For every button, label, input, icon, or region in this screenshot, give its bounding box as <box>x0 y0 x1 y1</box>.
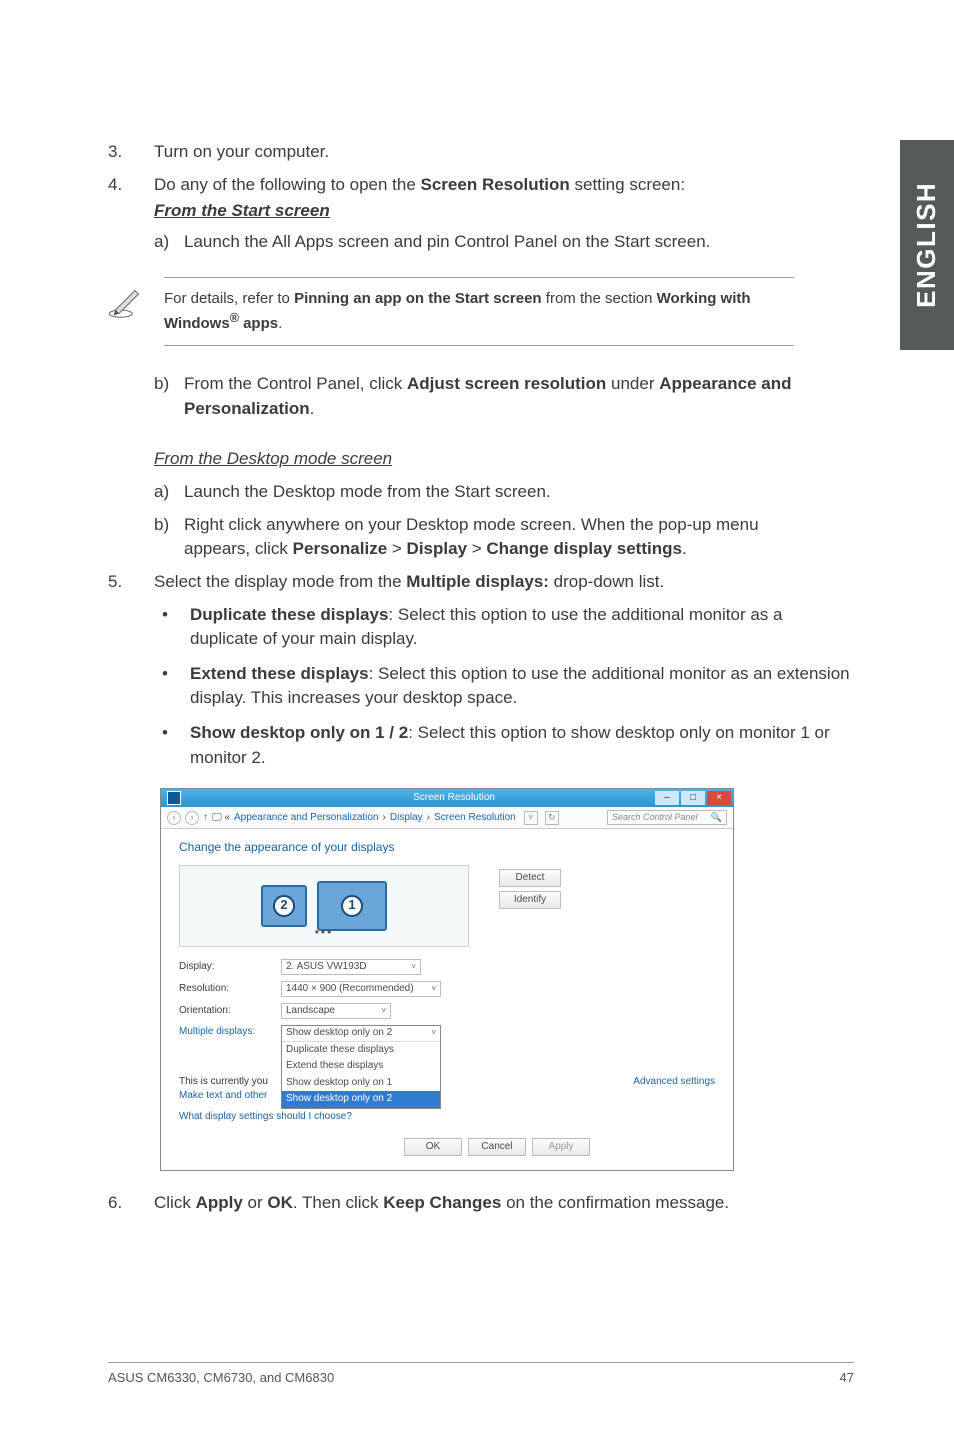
step-number: 5. <box>108 570 154 780</box>
sub-step-letter: b) <box>154 372 184 421</box>
cancel-button[interactable]: Cancel <box>468 1138 526 1156</box>
forward-button[interactable]: › <box>185 811 199 825</box>
heading-from-desktop: From the Desktop mode screen <box>154 447 854 472</box>
dd-item-extend[interactable]: Extend these displays <box>282 1058 440 1075</box>
bullet-extend: • Extend these displays: Select this opt… <box>154 662 854 711</box>
sub-step-4da: a) Launch the Desktop mode from the Star… <box>154 480 854 505</box>
label-resolution: Resolution: <box>179 982 269 997</box>
up-button[interactable]: ↑ <box>203 811 208 826</box>
bullet-icon: • <box>154 721 190 770</box>
sub-step-letter: b) <box>154 513 184 562</box>
breadcrumb-refresh-icon[interactable]: ˅ <box>524 811 538 825</box>
screenshot-screen-resolution: Screen Resolution – □ × ‹ › ↑ 🖵 « Appear… <box>160 788 734 1171</box>
breadcrumb-bar: ‹ › ↑ 🖵 « Appearance and Personalization… <box>161 807 733 829</box>
ok-button[interactable]: OK <box>404 1138 462 1156</box>
breadcrumb-icon: 🖵 « <box>212 811 230 826</box>
chevron-down-icon: ˅ <box>411 961 416 973</box>
sub-step-text: Launch the Desktop mode from the Start s… <box>184 480 854 505</box>
step-6: 6. Click Apply or OK. Then click Keep Ch… <box>108 1191 854 1216</box>
monitor-2[interactable]: 2 <box>261 885 307 927</box>
search-input[interactable]: Search Control Panel 🔍 <box>607 810 727 825</box>
chevron-down-icon: ˅ <box>381 1005 386 1017</box>
heading-from-start: From the Start screen <box>154 199 854 224</box>
step-number: 3. <box>108 140 154 165</box>
crumb-appearance[interactable]: Appearance and Personalization <box>234 811 379 826</box>
step-4: 4. Do any of the following to open the S… <box>108 173 854 255</box>
label-display: Display: <box>179 960 269 975</box>
sub-step-4a: a) Launch the All Apps screen and pin Co… <box>154 230 854 255</box>
display-preview[interactable]: 2 1 ••• <box>179 865 469 947</box>
instruction-list: 3. Turn on your computer. 4. Do any of t… <box>108 140 854 255</box>
step-3: 3. Turn on your computer. <box>108 140 854 165</box>
label-multiple-displays: Multiple displays: <box>179 1025 269 1040</box>
step-5: 5. Select the display mode from the Mult… <box>108 570 854 780</box>
step-number: 4. <box>108 173 154 255</box>
chevron-down-icon: ˅ <box>431 983 436 995</box>
dropdown-multiple-displays[interactable]: Show desktop only on 2 ˅ Duplicate these … <box>281 1025 441 1109</box>
step-number: 6. <box>108 1191 154 1216</box>
crumb-screen-resolution[interactable]: Screen Resolution <box>434 811 516 826</box>
label-orientation: Orientation: <box>179 1004 269 1019</box>
pencil-icon <box>108 277 152 327</box>
detect-button[interactable]: Detect <box>499 869 561 887</box>
search-placeholder: Search Control Panel <box>612 811 698 824</box>
main-display-note: This is currently you <box>179 1076 268 1087</box>
advanced-settings-link[interactable]: Advanced settings <box>633 1076 715 1087</box>
dd-item-duplicate[interactable]: Duplicate these displays <box>282 1042 440 1059</box>
window-titlebar: Screen Resolution – □ × <box>161 789 733 807</box>
sub-step-text: Right click anywhere on your Desktop mod… <box>184 513 854 562</box>
footer-page-number: 47 <box>840 1369 854 1388</box>
chevron-down-icon: ˅ <box>431 1027 436 1039</box>
maximize-button[interactable]: □ <box>681 791 705 805</box>
window-icon <box>167 791 181 805</box>
identify-button[interactable]: Identify <box>499 891 561 909</box>
bullet-list: • Duplicate these displays: Select this … <box>154 603 854 771</box>
minimize-button[interactable]: – <box>655 791 679 805</box>
back-button[interactable]: ‹ <box>167 811 181 825</box>
what-settings-link[interactable]: What display settings should I choose? <box>179 1110 715 1125</box>
apply-button[interactable]: Apply <box>532 1138 590 1156</box>
bullet-duplicate: • Duplicate these displays: Select this … <box>154 603 854 652</box>
step-text: Click Apply or OK. Then click Keep Chang… <box>154 1191 854 1216</box>
bullet-show-only: • Show desktop only on 1 / 2: Select thi… <box>154 721 854 770</box>
dd-item-show-on-2[interactable]: Show desktop only on 2 <box>282 1091 440 1108</box>
footer-left: ASUS CM6330, CM6730, and CM6830 <box>108 1369 334 1388</box>
note-block: For details, refer to Pinning an app on … <box>108 277 854 347</box>
sub-step-text: From the Control Panel, click Adjust scr… <box>184 372 854 421</box>
page-footer: ASUS CM6330, CM6730, and CM6830 47 <box>108 1362 854 1388</box>
sub-step-4b: b) From the Control Panel, click Adjust … <box>154 372 854 421</box>
dd-item-show-on-1[interactable]: Show desktop only on 1 <box>282 1075 440 1092</box>
overflow-icon[interactable]: ••• <box>315 924 334 941</box>
bullet-icon: • <box>154 603 190 652</box>
step-text: Turn on your computer. <box>154 140 854 165</box>
search-icon: 🔍 <box>711 811 722 824</box>
crumb-sep-icon: › <box>383 811 386 826</box>
instruction-list-cont: 5. Select the display mode from the Mult… <box>108 570 854 780</box>
step-text: Do any of the following to open the Scre… <box>154 173 854 198</box>
window-title: Screen Resolution <box>181 791 727 806</box>
dropdown-orientation[interactable]: Landscape˅ <box>281 1003 391 1019</box>
dropdown-resolution[interactable]: 1440 × 900 (Recommended)˅ <box>281 981 441 997</box>
panel-heading: Change the appearance of your displays <box>179 839 715 856</box>
sub-step-4db: b) Right click anywhere on your Desktop … <box>154 513 854 562</box>
sub-step-text: Launch the All Apps screen and pin Contr… <box>184 230 854 255</box>
crumb-display[interactable]: Display <box>390 811 423 826</box>
instruction-list-final: 6. Click Apply or OK. Then click Keep Ch… <box>108 1191 854 1216</box>
make-text-link[interactable]: Make text and other <box>179 1090 267 1101</box>
step-text: Select the display mode from the Multipl… <box>154 570 854 595</box>
close-button[interactable]: × <box>707 791 731 805</box>
refresh-button[interactable]: ↻ <box>545 811 559 825</box>
bullet-icon: • <box>154 662 190 711</box>
monitor-1[interactable]: 1 <box>317 881 387 931</box>
sub-step-letter: a) <box>154 230 184 255</box>
note-text: For details, refer to Pinning an app on … <box>164 277 794 347</box>
crumb-sep-icon: › <box>427 811 430 826</box>
dropdown-display[interactable]: 2. ASUS VW193D˅ <box>281 959 421 975</box>
sub-step-letter: a) <box>154 480 184 505</box>
